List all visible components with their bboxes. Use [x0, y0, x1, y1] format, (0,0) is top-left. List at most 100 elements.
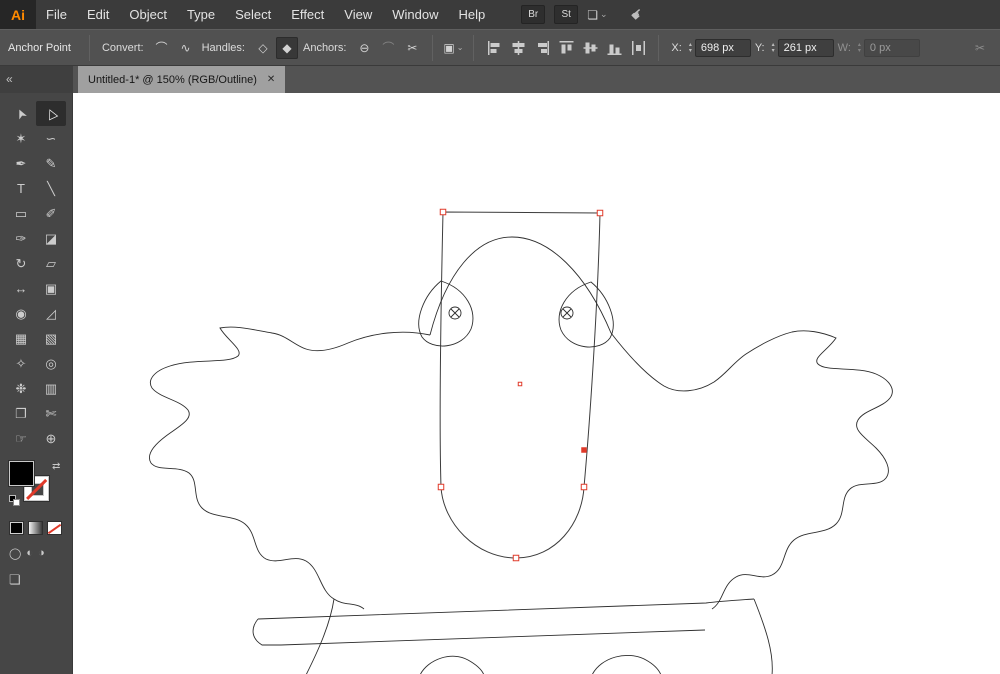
draw-inside-icon[interactable]: ◑	[38, 547, 45, 560]
hide-handles-button[interactable]: ◇	[252, 37, 274, 59]
menu-item-edit[interactable]: Edit	[77, 0, 119, 29]
overflow-cut-icon[interactable]: ✂	[969, 37, 991, 59]
mesh-tool[interactable]: ▦	[6, 326, 36, 351]
align-vertical-center-button[interactable]	[579, 37, 601, 59]
slice-tool[interactable]: ✄	[36, 401, 66, 426]
blend-tool[interactable]: ◎	[36, 351, 66, 376]
width-tool[interactable]: ↔	[6, 276, 36, 301]
perspective-grid-tool[interactable]: ◿	[36, 301, 66, 326]
gradient-button[interactable]	[28, 521, 43, 535]
right-toe[interactable]	[592, 654, 662, 674]
fill-swatch[interactable]	[9, 461, 34, 486]
anchor-point-hollow[interactable]	[512, 554, 520, 562]
document-tab[interactable]: Untitled-1* @ 150% (RGB/Outline) ✕	[78, 66, 286, 93]
menu-item-window[interactable]: Window	[382, 0, 448, 29]
eraser-tool[interactable]: ◪	[36, 226, 66, 251]
right-eye[interactable]	[558, 281, 614, 348]
menu-item-effect[interactable]: Effect	[281, 0, 334, 29]
convert-to-corner-button[interactable]: ⌒	[151, 37, 173, 59]
workspace-switcher[interactable]: ❏ ⌄	[587, 8, 607, 22]
hand-tool[interactable]: ☞	[6, 426, 36, 451]
canvas[interactable]	[73, 93, 1000, 674]
panel-collapse-button[interactable]: «	[0, 66, 73, 93]
swap-fill-stroke-icon[interactable]: ⇄	[52, 461, 60, 472]
y-input[interactable]: 261 px	[777, 38, 834, 57]
gradient-tool[interactable]: ▧	[36, 326, 66, 351]
right-leg[interactable]	[753, 598, 773, 674]
rotate-tool[interactable]: ↻	[6, 251, 36, 276]
none-button[interactable]	[47, 521, 62, 535]
show-handles-button[interactable]: ◆	[275, 36, 298, 59]
rectangle-tool[interactable]: ▭	[6, 201, 36, 226]
menu-item-help[interactable]: Help	[448, 0, 495, 29]
selection-tool[interactable]: ➤	[6, 101, 36, 126]
left-toe[interactable]	[420, 655, 485, 674]
color-button[interactable]	[9, 521, 24, 535]
connect-endpoints-button[interactable]: ⌒	[377, 37, 399, 59]
app-logo[interactable]: Ai	[0, 0, 36, 29]
perspective-grid-tool-icon: ◿	[46, 305, 56, 321]
right-arm[interactable]	[610, 330, 893, 610]
bridge-button[interactable]: Br	[521, 5, 546, 24]
transform-menu-button[interactable]: ▣ ⌄	[442, 37, 464, 59]
w-stepper[interactable]: ▴ ▾	[858, 42, 861, 54]
align-horizontal-center-button[interactable]	[507, 37, 529, 59]
y-stepper[interactable]: ▴ ▾	[772, 42, 775, 54]
line-segment-tool[interactable]: ╲	[36, 176, 66, 201]
menubar-right-group: Br St ❏ ⌄ ☛	[521, 4, 646, 24]
x-stepper[interactable]: ▴ ▾	[689, 42, 692, 54]
stock-button[interactable]: St	[554, 5, 579, 24]
type-tool[interactable]: T	[6, 176, 36, 201]
tab-close-icon[interactable]: ✕	[267, 74, 275, 85]
band-bottom[interactable]	[280, 629, 706, 646]
align-vertical-bottom-button[interactable]	[603, 37, 625, 59]
anchor-point-hollow[interactable]	[439, 208, 447, 216]
anchor-point-hollow[interactable]	[580, 483, 588, 491]
head-dome[interactable]	[429, 236, 612, 336]
touch-workspace-icon[interactable]: ☛	[627, 4, 648, 25]
menu-item-file[interactable]: File	[36, 0, 77, 29]
remove-anchors-button[interactable]: ⊖	[353, 37, 375, 59]
eyedropper-tool[interactable]: ✧	[6, 351, 36, 376]
lasso-tool[interactable]: ∽	[36, 126, 66, 151]
change-screen-mode-button[interactable]: ❏	[9, 572, 21, 587]
column-graph-tool[interactable]: ▥	[36, 376, 66, 401]
distribute-icon	[631, 40, 645, 55]
align-horizontal-right-button[interactable]	[531, 37, 553, 59]
convert-to-smooth-button[interactable]: ∿	[175, 37, 197, 59]
align-horizontal-left-button[interactable]	[483, 37, 505, 59]
draw-mode-row: ◯ ◐ ◑	[9, 547, 72, 560]
curvature-tool[interactable]: ✎	[36, 151, 66, 176]
shaper-tool[interactable]: ✑	[6, 226, 36, 251]
anchor-point-hollow[interactable]	[437, 483, 445, 491]
anchor-point-solid[interactable]	[581, 447, 587, 453]
shape-builder-tool[interactable]: ◉	[6, 301, 36, 326]
paintbrush-tool[interactable]: ✐	[36, 201, 66, 226]
cut-path-button[interactable]: ✂	[401, 37, 423, 59]
draw-normal-icon[interactable]: ◯	[9, 547, 21, 560]
align-vertical-top-button[interactable]	[555, 37, 577, 59]
band-left-cap[interactable]	[252, 618, 281, 646]
w-input[interactable]: 0 px	[863, 38, 920, 57]
direct-selection-tool[interactable]: ▷	[36, 101, 66, 126]
free-transform-tool[interactable]: ▣	[36, 276, 66, 301]
menu-item-type[interactable]: Type	[177, 0, 225, 29]
anchor-point-center[interactable]	[517, 381, 523, 387]
magic-wand-tool[interactable]: ✶	[6, 126, 36, 151]
anchor-point-hollow[interactable]	[596, 209, 604, 217]
default-fill-stroke-icon[interactable]	[9, 495, 21, 507]
draw-behind-icon[interactable]: ◐	[26, 547, 33, 560]
left-leg[interactable]	[305, 598, 335, 674]
symbol-sprayer-tool[interactable]: ❉	[6, 376, 36, 401]
left-arm[interactable]	[149, 326, 431, 610]
zoom-tool[interactable]: ⊕	[36, 426, 66, 451]
menu-item-view[interactable]: View	[334, 0, 382, 29]
hand-tool-icon: ☞	[15, 430, 27, 446]
scale-tool[interactable]: ▱	[36, 251, 66, 276]
distribute-button[interactable]	[627, 37, 649, 59]
pen-tool[interactable]: ✒	[6, 151, 36, 176]
menu-item-object[interactable]: Object	[119, 0, 177, 29]
x-input[interactable]: 698 px	[694, 38, 751, 57]
menu-item-select[interactable]: Select	[225, 0, 281, 29]
artboard-tool[interactable]: ❐	[6, 401, 36, 426]
